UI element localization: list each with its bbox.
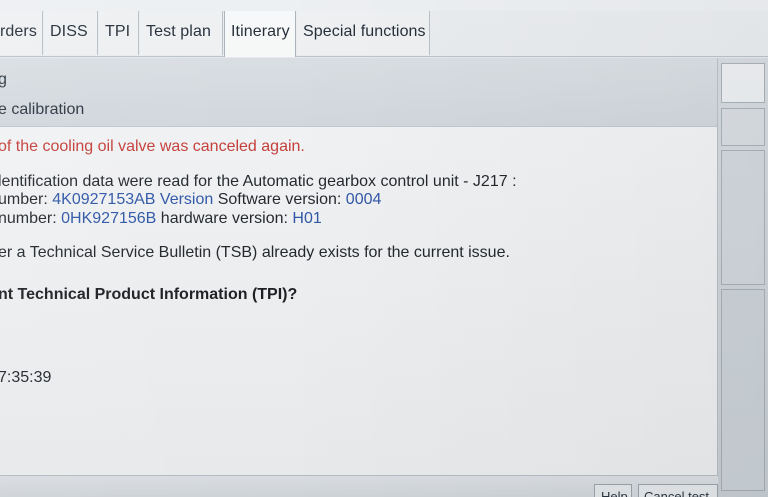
cancel-test-button[interactable]: Cancel test [638,484,718,497]
hardware-prefix: number: [0,210,57,227]
hardware-number-value: 0HK927156B [61,210,157,227]
hardware-version-label: hardware version: [160,210,288,227]
tab-tpi[interactable]: TPI [99,11,139,55]
side-panel-box [721,108,765,146]
right-side-panel [717,58,768,497]
hardware-line: number: 0HK927156B hardware version: H01 [0,210,322,228]
side-panel-box [721,289,765,491]
software-version-value: 0004 [345,191,382,208]
side-panel-top-box [721,63,765,103]
timestamp: 7:35:39 [0,369,52,386]
software-version-label: Software version: [217,191,342,208]
header-subtitle-line: e calibration [0,101,85,118]
tsb-message: er a Technical Service Bulletin (TSB) al… [0,244,510,261]
diagnostic-screen: rders DISS TPI Test plan Itinerary Speci… [0,0,768,497]
part-number-prefix: umber: [0,191,53,208]
part-number-line: umber: 4K0927153AB Version Software vers… [0,191,381,209]
tab-itinerary[interactable]: Itinerary [224,11,296,57]
tab-special-functions[interactable]: Special functions [297,11,430,55]
side-panel-box [721,150,765,285]
bottom-action-bar: Help Cancel test [0,475,718,497]
tab-test-plan[interactable]: Test plan [140,11,223,55]
hardware-version-value: H01 [292,210,322,227]
tab-orders[interactable]: rders [0,11,43,55]
part-number-value: 4K0927153AB [52,191,156,208]
tab-bar: rders DISS TPI Test plan Itinerary Speci… [0,11,768,57]
part-version-label: Version [159,191,214,208]
header-band: g e calibration [0,58,718,127]
tab-diss[interactable]: DISS [44,11,98,55]
diagnostic-message-area: of the cooling oil valve was canceled ag… [0,127,718,475]
header-title-line: g [0,71,7,88]
identification-message: lentification data were read for the Aut… [0,173,517,190]
help-button[interactable]: Help [594,484,632,497]
warning-message: of the cooling oil valve was canceled ag… [0,138,305,155]
tpi-question: nt Technical Product Information (TPI)? [0,286,298,303]
